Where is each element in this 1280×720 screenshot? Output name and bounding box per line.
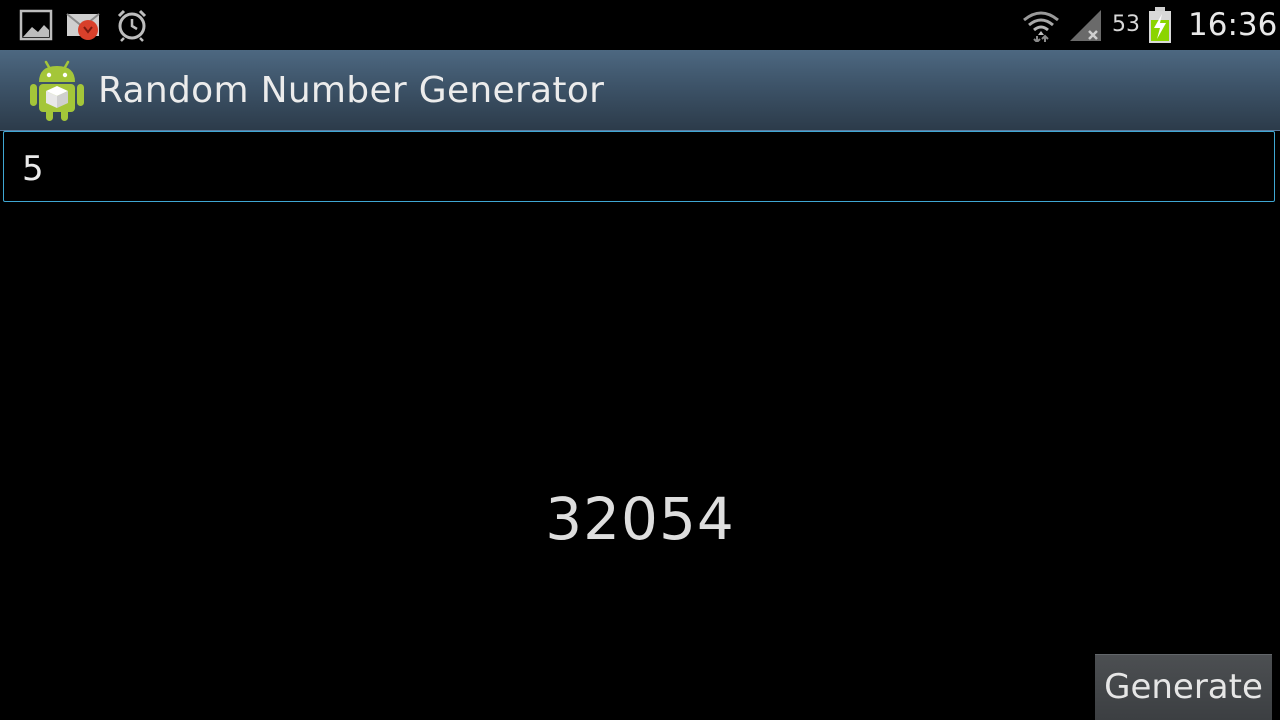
android-app-icon[interactable] — [28, 58, 86, 122]
app-title: Random Number Generator — [98, 70, 605, 111]
input-value[interactable]: 5 — [22, 149, 44, 189]
generate-button[interactable]: Generate — [1095, 654, 1272, 720]
status-bar: 53 16:36 — [0, 0, 1280, 50]
action-bar: Random Number Generator — [0, 50, 1280, 131]
wifi-icon — [1023, 11, 1059, 42]
signal-icon — [1070, 10, 1101, 41]
gallery-icon — [19, 9, 53, 41]
mail-notification-icon — [66, 13, 100, 40]
battery-percent: 53 — [1112, 12, 1140, 37]
battery-charging-icon — [1149, 7, 1171, 43]
number-input[interactable]: 5 — [3, 131, 1275, 202]
alarm-icon — [117, 9, 147, 42]
generated-number: 32054 — [545, 485, 735, 553]
clock: 16:36 — [1188, 7, 1278, 43]
